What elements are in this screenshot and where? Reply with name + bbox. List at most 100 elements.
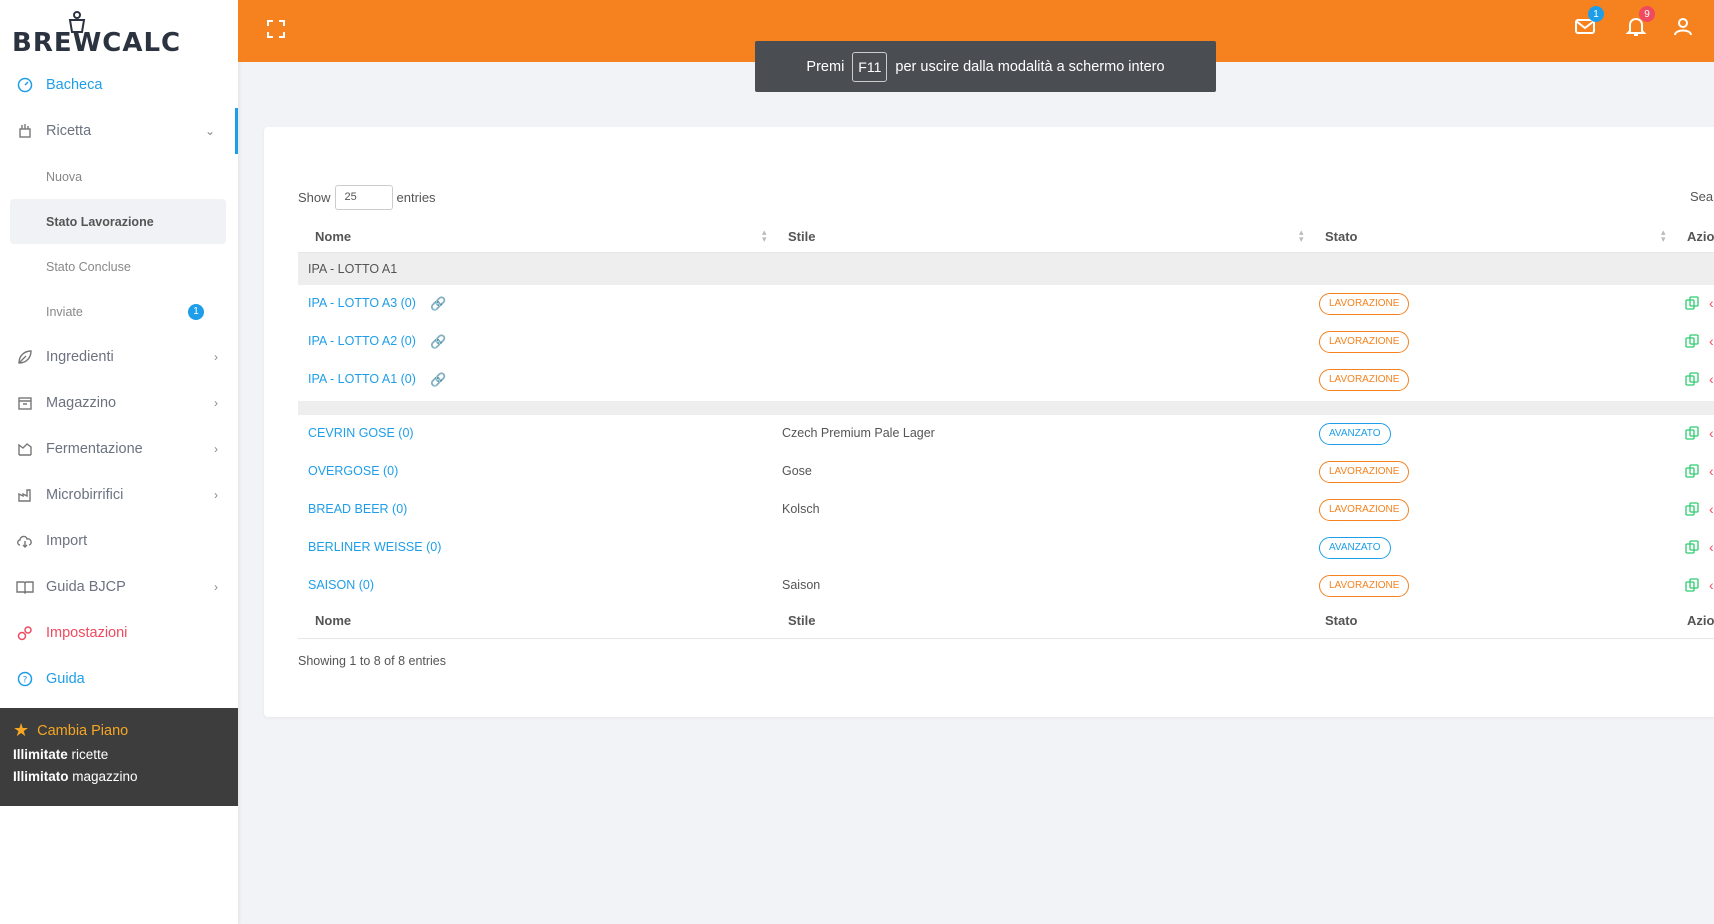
fullscreen-icon[interactable] xyxy=(266,19,286,39)
status-badge: LAVORAZIONE xyxy=(1319,461,1410,483)
copy-icon[interactable] xyxy=(1685,372,1699,386)
menu-item-magazzino[interactable]: Magazzino › xyxy=(0,380,238,426)
table-row: CEVRIN GOSE (0) Czech Premium Pale Lager… xyxy=(298,415,1714,453)
sort-icon[interactable]: ▴ ▾ xyxy=(1661,228,1666,244)
submenu-item-stato-lavorazione[interactable]: Stato Lavorazione xyxy=(10,199,226,244)
delete-icon[interactable]: ‹ xyxy=(1709,295,1714,311)
menu-item-guida-bjcp[interactable]: Guida BJCP › xyxy=(0,564,238,610)
delete-icon[interactable]: ‹ xyxy=(1709,501,1714,517)
recipe-style: Czech Premium Pale Lager xyxy=(782,426,935,440)
mail-button[interactable]: 1 xyxy=(1574,6,1604,37)
copy-icon[interactable] xyxy=(1685,334,1699,348)
copy-icon[interactable] xyxy=(1685,296,1699,310)
delete-icon[interactable]: ‹ xyxy=(1709,463,1714,479)
plan-box[interactable]: ★ Cambia Piano Illimitate ricette Illimi… xyxy=(0,708,238,806)
menu-item-bacheca[interactable]: Bacheca xyxy=(0,62,238,108)
fullscreen-exit-toast: Premi F11 per uscire dalla modalità a sc… xyxy=(755,41,1216,92)
column-header-nome[interactable]: Nome xyxy=(315,229,351,244)
column-header-azioni[interactable]: Azio xyxy=(1687,229,1714,244)
main-menu: Bacheca Ricetta ⌄ Nuova Stato Lavorazion… xyxy=(0,62,238,702)
help-icon: ? xyxy=(16,670,34,688)
link-icon[interactable]: 🔗 xyxy=(430,372,446,388)
recipe-name-link[interactable]: OVERGOSE (0) xyxy=(308,464,398,478)
copy-icon[interactable] xyxy=(1685,502,1699,516)
menu-label: Impostazioni xyxy=(46,625,128,641)
menu-item-fermentazione[interactable]: Fermentazione › xyxy=(0,426,238,472)
copy-icon[interactable] xyxy=(1685,464,1699,478)
group-row xyxy=(298,401,1714,415)
recipe-style: Saison xyxy=(782,578,821,592)
box-icon xyxy=(16,394,34,412)
recipes-table: Nome ▴ ▾ Stile ▴ ▾ Stato ▴ ▾ Azio IPA - LOT… xyxy=(298,219,1714,639)
entries-select[interactable]: 25 xyxy=(334,185,393,210)
entries-length-control: Show 25 entries xyxy=(298,185,436,210)
submenu-label: Nuova xyxy=(46,169,83,184)
copy-icon[interactable] xyxy=(1685,426,1699,440)
notifications-button[interactable]: 9 xyxy=(1625,6,1655,37)
sort-icon[interactable]: ▴ ▾ xyxy=(762,228,767,244)
delete-icon[interactable]: ‹ xyxy=(1709,371,1714,387)
column-header-stato[interactable]: Stato xyxy=(1325,229,1358,244)
menu-item-impostazioni[interactable]: Impostazioni xyxy=(0,610,238,656)
chevron-right-icon: › xyxy=(214,350,218,364)
gears-icon xyxy=(16,624,34,642)
recipe-icon xyxy=(16,122,34,140)
submenu-label: Stato Concluse xyxy=(46,259,131,274)
recipe-name-link[interactable]: BREAD BEER (0) xyxy=(308,502,407,516)
delete-icon[interactable]: ‹ xyxy=(1709,333,1714,349)
inviate-count-badge: 1 xyxy=(188,303,204,320)
submenu-item-stato-concluse[interactable]: Stato Concluse xyxy=(10,244,226,289)
sidebar: BREWCALC Bacheca Ricetta ⌄ Nuova Stato L… xyxy=(0,0,238,924)
footer-column-stile: Stile xyxy=(788,613,816,628)
table-info: Showing 1 to 8 of 8 entries xyxy=(298,654,447,668)
recipe-name-link[interactable]: IPA - LOTTO A1 (0) xyxy=(308,372,416,386)
menu-label: Guida xyxy=(46,671,85,687)
sort-icon[interactable]: ▴ ▾ xyxy=(1299,228,1304,244)
status-badge: LAVORAZIONE xyxy=(1319,369,1410,391)
recipe-name-link[interactable]: IPA - LOTTO A2 (0) xyxy=(308,334,416,348)
recipe-name-link[interactable]: SAISON (0) xyxy=(308,578,374,592)
table-row: OVERGOSE (0) Gose LAVORAZIONE ‹ xyxy=(298,453,1714,491)
link-icon[interactable]: 🔗 xyxy=(430,296,446,312)
star-icon: ★ xyxy=(13,720,30,740)
chevron-right-icon: › xyxy=(214,488,218,502)
menu-item-microbirrifici[interactable]: Microbirrifici › xyxy=(0,472,238,518)
delete-icon[interactable]: ‹ xyxy=(1709,425,1714,441)
link-icon[interactable]: 🔗 xyxy=(430,334,446,350)
plan-recipes-bold: Illimitate xyxy=(13,747,68,762)
copy-icon[interactable] xyxy=(1685,578,1699,592)
menu-label: Import xyxy=(46,533,88,549)
brand-logo[interactable]: BREWCALC xyxy=(0,0,238,62)
recipe-name-link[interactable]: BERLINER WEISSE (0) xyxy=(308,540,441,554)
hop-mug-icon xyxy=(68,11,86,33)
menu-item-import[interactable]: Import xyxy=(0,518,238,564)
table-row: IPA - LOTTO A1 (0) 🔗 LAVORAZIONE ‹ xyxy=(298,361,1714,399)
menu-item-ricetta[interactable]: Ricetta ⌄ xyxy=(0,108,238,154)
menu-item-guida[interactable]: ? Guida xyxy=(0,656,238,702)
recipe-name-link[interactable]: IPA - LOTTO A3 (0) xyxy=(308,296,416,310)
menu-label: Bacheca xyxy=(46,77,103,93)
notifications-badge: 9 xyxy=(1639,6,1655,22)
menu-item-ingredienti[interactable]: Ingredienti › xyxy=(0,334,238,380)
change-plan-link[interactable]: ★ Cambia Piano xyxy=(13,720,225,741)
table-row: BERLINER WEISSE (0) AVANZATO ‹ xyxy=(298,529,1714,567)
submenu-item-inviate[interactable]: Inviate 1 xyxy=(10,289,226,334)
column-header-stile[interactable]: Stile xyxy=(788,229,815,244)
table-row: IPA - LOTTO A2 (0) 🔗 LAVORAZIONE ‹ xyxy=(298,323,1714,361)
copy-icon[interactable] xyxy=(1685,540,1699,554)
delete-icon[interactable]: ‹ xyxy=(1709,539,1714,555)
mail-badge: 1 xyxy=(1588,6,1604,22)
toast-text-after: per uscire dalla modalità a schermo inte… xyxy=(895,58,1165,75)
chevron-right-icon: › xyxy=(214,396,218,410)
delete-icon[interactable]: ‹ xyxy=(1709,577,1714,593)
submenu-item-nuova[interactable]: Nuova xyxy=(10,154,226,199)
status-badge: LAVORAZIONE xyxy=(1319,499,1410,521)
user-menu-button[interactable] xyxy=(1672,15,1694,37)
recipe-name-link[interactable]: CEVRIN GOSE (0) xyxy=(308,426,414,440)
chevron-right-icon: › xyxy=(214,580,218,594)
fermentation-icon xyxy=(16,440,34,458)
table-footer: Nome Stile Stato Azio xyxy=(298,605,1714,639)
user-icon xyxy=(1674,18,1692,36)
cloud-download-icon xyxy=(16,532,34,550)
plan-warehouse-line: Illimitato magazzino xyxy=(13,769,225,784)
